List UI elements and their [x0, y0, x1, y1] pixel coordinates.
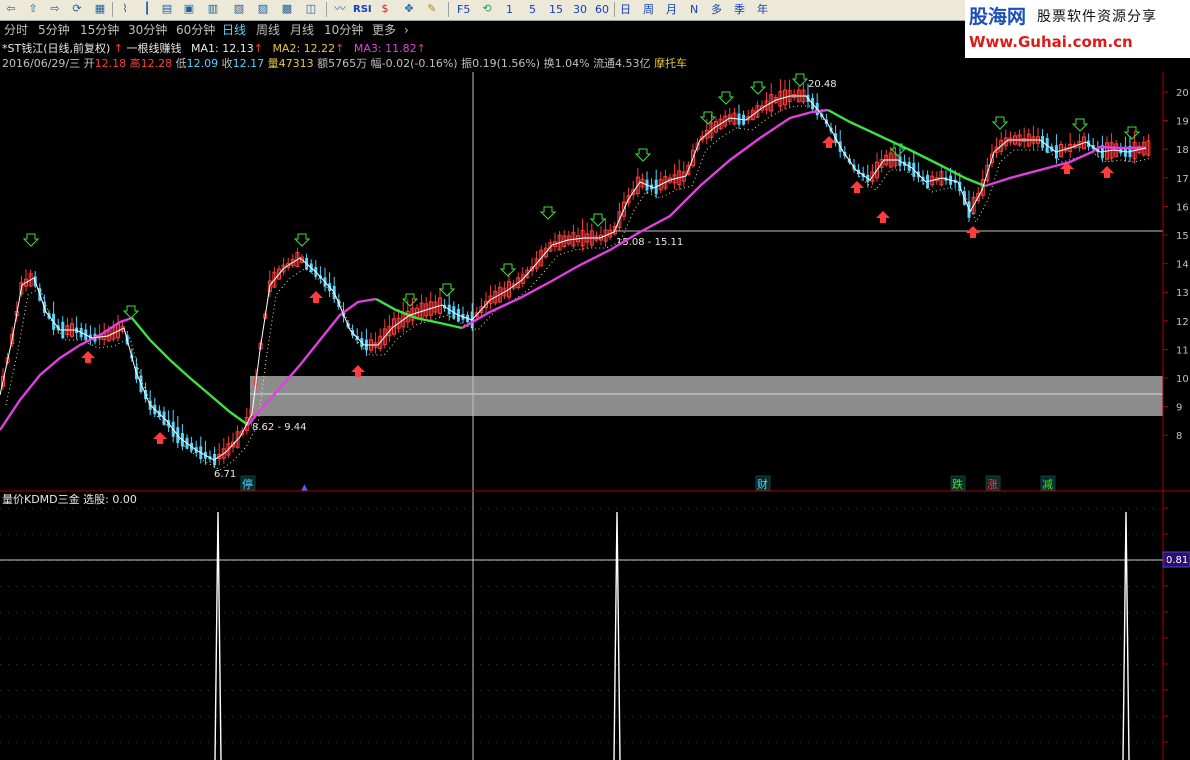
buy-signal-icon — [1100, 166, 1114, 178]
price-axis-label: 8 — [1176, 431, 1182, 442]
range1-label: 8.62 - 9.44 — [252, 422, 307, 433]
sell-signal-icon — [991, 116, 1009, 130]
sub-value-label: 0.81 — [1166, 555, 1188, 566]
sell-signal-icon — [634, 148, 652, 162]
ma-magenta-line — [461, 108, 829, 330]
price-axis-label: 11 — [1176, 345, 1189, 356]
sell-signal-icon — [122, 305, 140, 319]
buy-signal-icon — [309, 291, 323, 303]
event-marker[interactable]: 停 — [242, 477, 253, 491]
signal-spike — [214, 511, 222, 760]
price-axis-label: 13 — [1176, 288, 1189, 299]
range2-label: 15.08 - 15.11 — [616, 237, 683, 248]
sell-signal-icon — [438, 283, 456, 297]
sell-signal-icon — [749, 81, 767, 95]
sell-signal-icon — [699, 111, 717, 125]
buy-signal-icon — [850, 181, 864, 193]
sell-signal-icon — [499, 263, 517, 277]
price-axis-label: 18 — [1176, 145, 1189, 156]
sell-signal-icon — [539, 206, 557, 220]
price-axis-label: 17 — [1176, 174, 1189, 185]
price-axis-label: 12 — [1176, 317, 1189, 328]
buy-signal-icon — [153, 432, 167, 444]
trough-label: 6.71 — [214, 469, 236, 480]
buy-signal-icon — [81, 351, 95, 363]
kline-chart[interactable]: 20.48 6.71 8.62 - 9.44 15.08 - 15.11 停 财 跌… — [0, 0, 1190, 760]
sell-signal-icon — [1123, 126, 1141, 140]
price-axis-label: 16 — [1176, 202, 1189, 213]
event-marker[interactable]: 跌 — [952, 477, 963, 491]
support-zone-band — [250, 376, 1163, 416]
price-axis-label: 14 — [1176, 260, 1189, 271]
buy-signal-icon — [876, 211, 890, 223]
signal-spike — [613, 511, 621, 760]
buy-signal-icon — [966, 226, 980, 238]
sell-signal-icon — [401, 293, 419, 307]
peak-label: 20.48 — [808, 79, 837, 90]
buy-signal-icon — [822, 136, 836, 148]
price-axis-label: 20 — [1176, 88, 1189, 99]
ma-green-line — [827, 108, 986, 188]
price-axis-label: 10 — [1176, 374, 1189, 385]
signal-spike — [1122, 511, 1130, 760]
price-axis-label: 19 — [1176, 117, 1189, 128]
price-axis-label: 15 — [1176, 231, 1189, 242]
sell-signal-icon — [717, 91, 735, 105]
sub-title: 量价KDMD三金 选股: 0.00 — [2, 492, 137, 506]
event-marker[interactable]: 涨 — [987, 478, 998, 491]
sell-signal-icon — [791, 73, 809, 87]
sell-signal-icon — [589, 213, 607, 227]
event-marker[interactable]: 减 — [1042, 478, 1053, 491]
buy-signal-icon — [351, 365, 365, 377]
price-axis-label: 9 — [1176, 403, 1182, 414]
sell-signal-icon — [1071, 118, 1089, 132]
event-marker[interactable]: 财 — [757, 477, 768, 491]
sell-signal-icon — [293, 233, 311, 247]
sell-signal-icon — [22, 233, 40, 247]
